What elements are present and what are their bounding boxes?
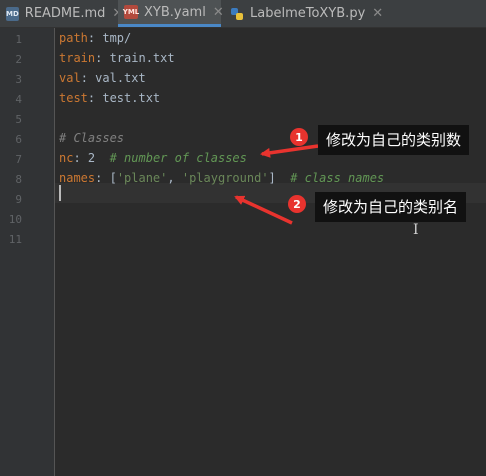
- annotation-badge-2: 2: [288, 195, 306, 213]
- annotation-badge-1: 1: [290, 128, 308, 146]
- annotation-arrows: [234, 144, 319, 225]
- arrow-1: [260, 144, 319, 158]
- annotation-callout-2: 修改为自己的类别名: [315, 192, 467, 222]
- arrow-2: [234, 195, 293, 225]
- annotation-callout-1: 修改为自己的类别数: [318, 125, 470, 155]
- mouse-ibeam-cursor-icon: I: [413, 222, 419, 238]
